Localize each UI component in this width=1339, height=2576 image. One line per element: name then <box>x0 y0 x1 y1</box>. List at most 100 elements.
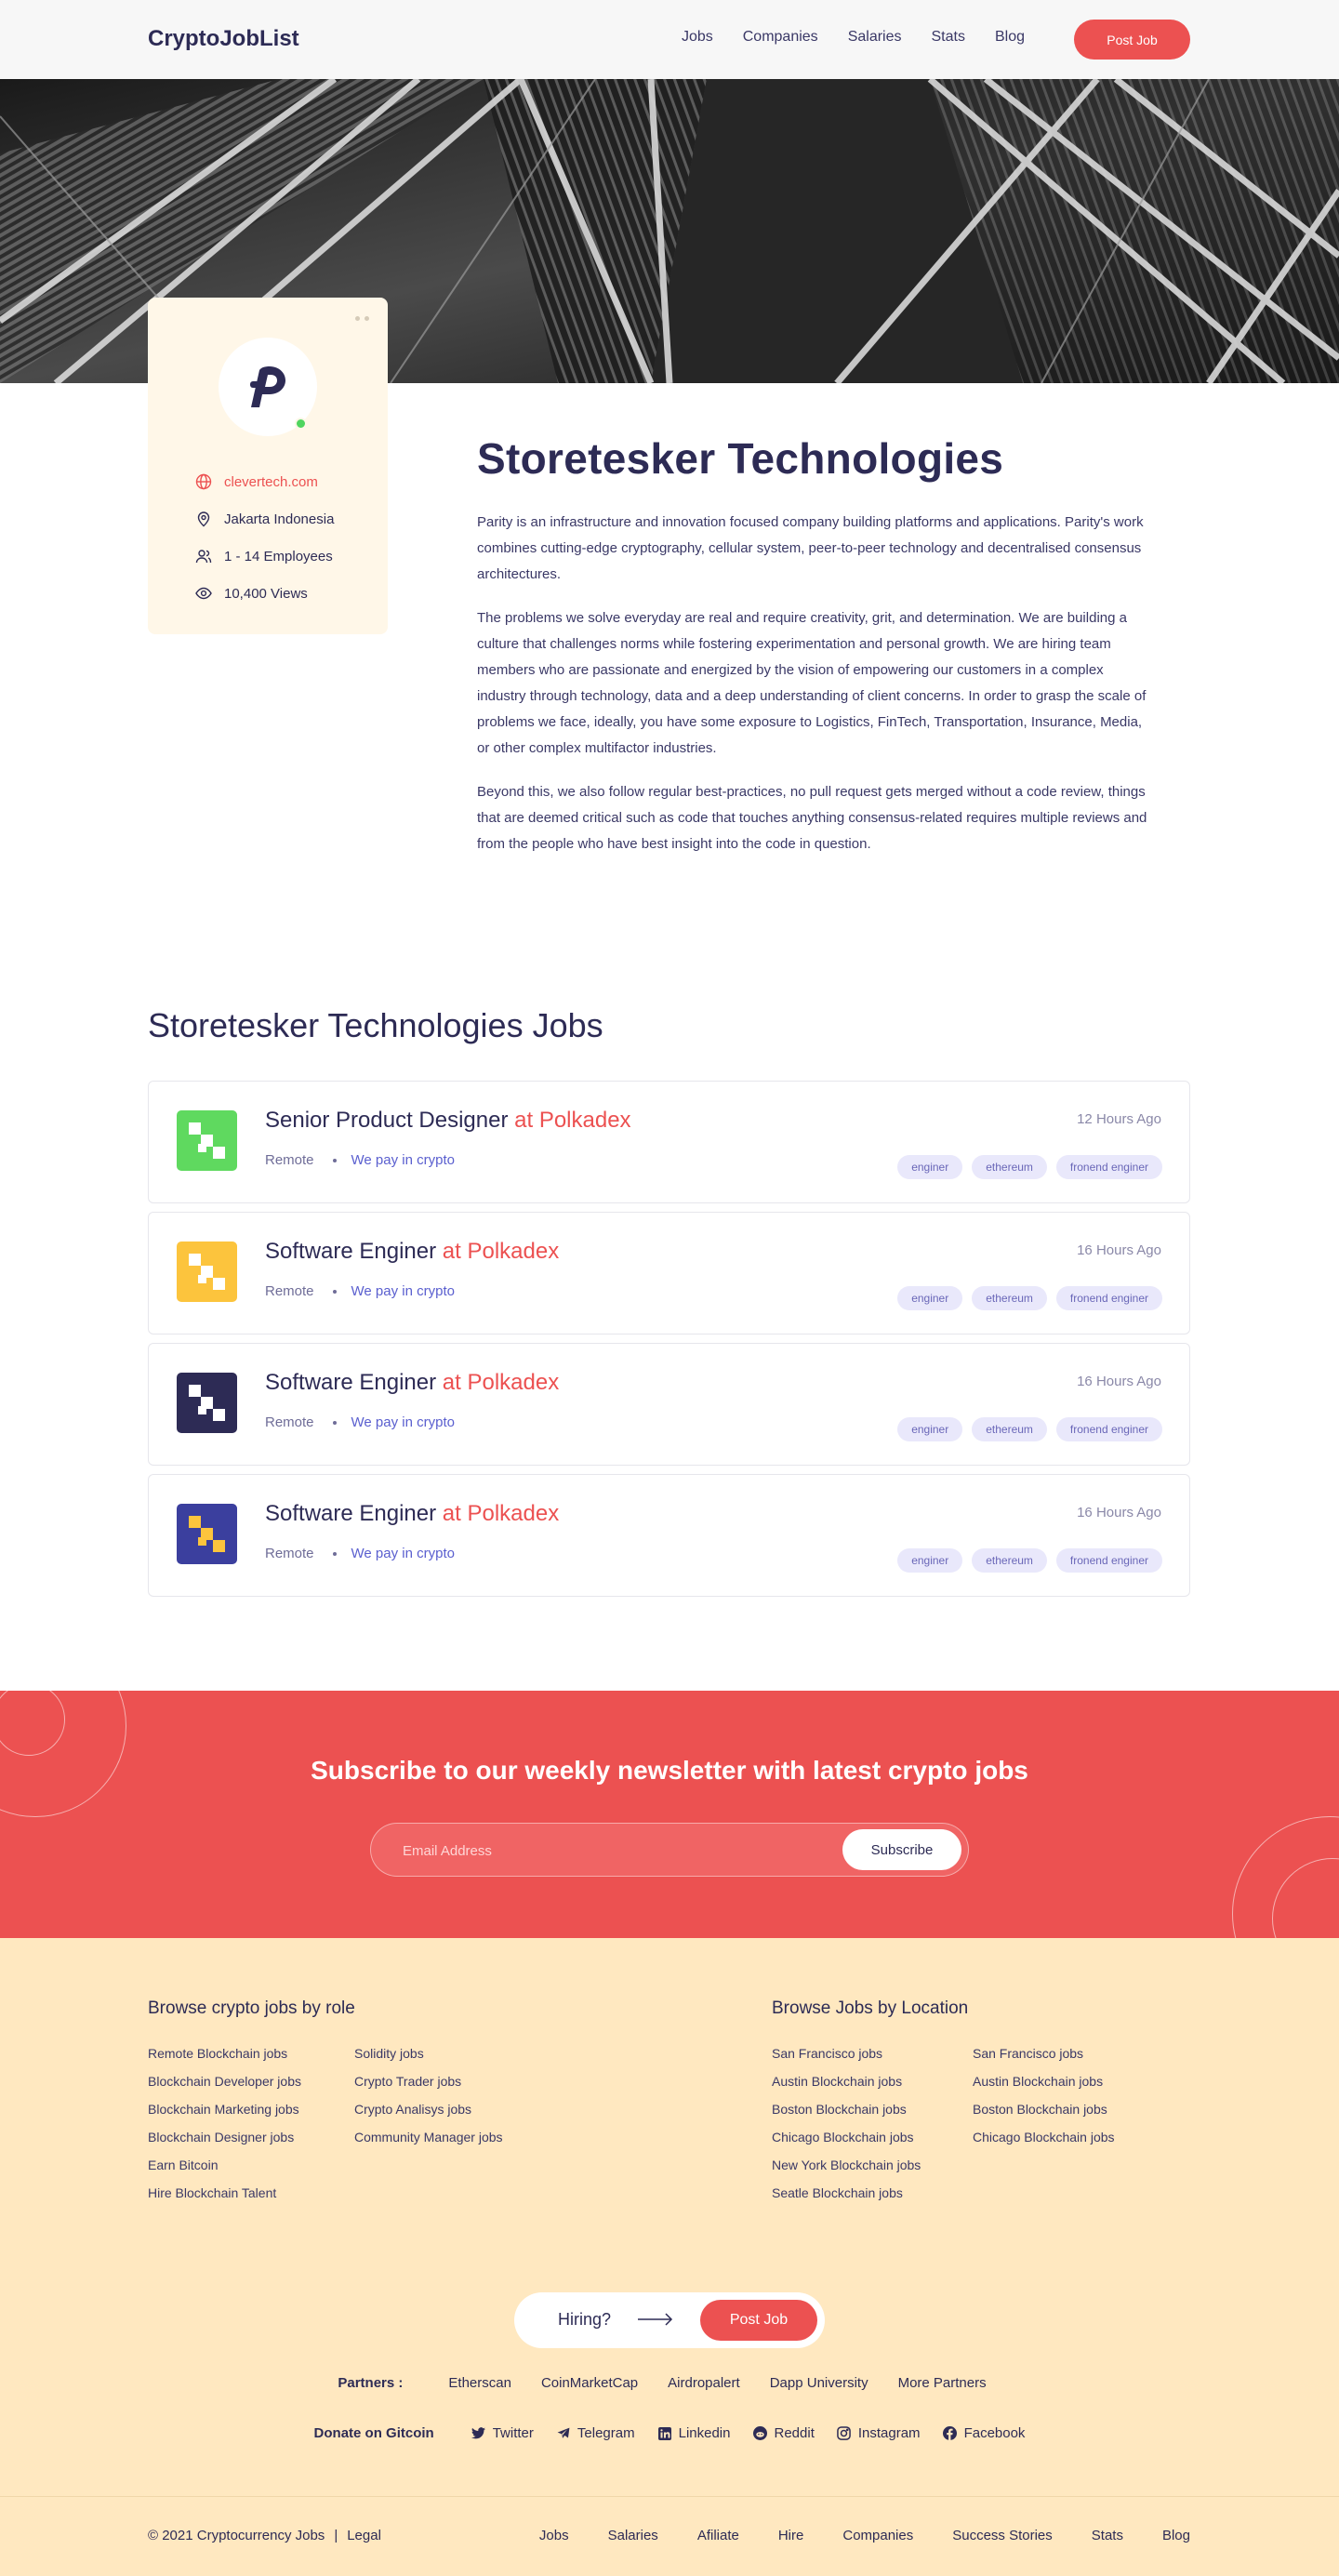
footer-link[interactable]: Chicago Blockchain jobs <box>772 2123 921 2151</box>
main-nav: Jobs Companies Salaries Stats Blog <box>652 29 1025 46</box>
job-remote: Remote <box>265 1414 314 1430</box>
footer-link[interactable]: Crypto Trader jobs <box>354 2067 503 2095</box>
footer-link[interactable]: Blockchain Marketing jobs <box>148 2095 301 2123</box>
job-pay: We pay in crypto <box>351 1414 455 1430</box>
job-tag[interactable]: enginer <box>897 1155 963 1179</box>
job-tag[interactable]: ethereum <box>972 1155 1047 1179</box>
separator-dot <box>332 1551 337 1556</box>
nav-salaries[interactable]: Salaries <box>848 29 902 46</box>
partner-link[interactable]: Dapp University <box>770 2375 868 2391</box>
footer-nav: Jobs Salaries Afiliate Hire Companies Su… <box>500 2528 1190 2543</box>
footer-nav-link[interactable]: Hire <box>778 2528 804 2543</box>
job-tag[interactable]: ethereum <box>972 1286 1047 1310</box>
job-title[interactable]: Senior Product Designer at Polkadex <box>265 1108 631 1134</box>
location-pin-icon <box>195 511 212 527</box>
job-title[interactable]: Software Enginer at Polkadex <box>265 1370 559 1396</box>
job-tag[interactable]: ethereum <box>972 1548 1047 1573</box>
footer-link[interactable]: Hire Blockchain Talent <box>148 2179 301 2207</box>
footer-nav-link[interactable]: Salaries <box>608 2528 658 2543</box>
footer-link[interactable]: San Francisco jobs <box>772 2039 921 2067</box>
partner-link[interactable]: Etherscan <box>448 2375 511 2391</box>
footer-link[interactable]: Blockchain Designer jobs <box>148 2123 301 2151</box>
social-twitter[interactable]: Twitter <box>471 2425 534 2441</box>
job-tag[interactable]: fronend enginer <box>1055 1155 1162 1179</box>
social-label: Facebook <box>963 2425 1026 2441</box>
job-company[interactable]: at Polkadex <box>514 1108 630 1133</box>
nav-companies[interactable]: Companies <box>743 29 818 46</box>
job-card[interactable]: Senior Product Designer at Polkadex Remot… <box>148 1081 1190 1203</box>
partner-link[interactable]: CoinMarketCap <box>541 2375 638 2391</box>
nav-jobs[interactable]: Jobs <box>682 29 713 46</box>
footer-link[interactable]: Seatle Blockchain jobs <box>772 2179 921 2207</box>
footer-nav-link[interactable]: Jobs <box>539 2528 569 2543</box>
subscribe-button[interactable]: Subscribe <box>842 1829 961 1870</box>
more-options-icon[interactable] <box>355 316 369 321</box>
users-icon <box>195 548 212 564</box>
footer-link[interactable]: Austin Blockchain jobs <box>772 2067 921 2095</box>
footer-nav-link[interactable]: Afiliate <box>697 2528 739 2543</box>
footer-nav-link[interactable]: Blog <box>1162 2528 1190 2543</box>
job-company[interactable]: at Polkadex <box>443 1239 559 1264</box>
job-title-text[interactable]: Software Enginer <box>265 1239 436 1264</box>
company-card: clevertech.com Jakarta Indonesia 1 - 14 … <box>148 298 388 634</box>
email-input[interactable] <box>403 1840 830 1861</box>
job-tag[interactable]: enginer <box>897 1417 963 1441</box>
job-card[interactable]: Software Enginer at Polkadex Remote We pay… <box>148 1343 1190 1466</box>
job-title-text[interactable]: Senior Product Designer <box>265 1108 508 1133</box>
job-meta: Remote We pay in crypto <box>265 1546 455 1561</box>
footer-link[interactable]: Boston Blockchain jobs <box>973 2095 1115 2123</box>
footer-nav-link[interactable]: Stats <box>1092 2528 1123 2543</box>
company-pixel-logo-icon <box>177 1242 237 1302</box>
social-facebook[interactable]: Facebook <box>943 2425 1026 2441</box>
nav-stats[interactable]: Stats <box>932 29 965 46</box>
partner-link[interactable]: Airdropalert <box>668 2375 740 2391</box>
job-tag[interactable]: ethereum <box>972 1417 1047 1441</box>
footer-link[interactable]: Chicago Blockchain jobs <box>973 2123 1115 2151</box>
footer-link[interactable]: Remote Blockchain jobs <box>148 2039 301 2067</box>
site-logo[interactable]: CryptoJobList <box>148 26 299 52</box>
post-job-button[interactable]: Post Job <box>1074 20 1190 60</box>
job-title[interactable]: Software Enginer at Polkadex <box>265 1501 559 1527</box>
job-posted-time: 12 Hours Ago <box>1077 1111 1161 1127</box>
footer-link[interactable]: Solidity jobs <box>354 2039 503 2067</box>
job-tag[interactable]: fronend enginer <box>1055 1548 1162 1573</box>
nav-blog[interactable]: Blog <box>995 29 1025 46</box>
job-pay: We pay in crypto <box>351 1546 455 1561</box>
job-tag[interactable]: enginer <box>897 1548 963 1573</box>
company-website[interactable]: clevertech.com <box>195 463 334 500</box>
hiring-post-job-button[interactable]: Post Job <box>700 2300 817 2341</box>
job-tag[interactable]: enginer <box>897 1286 963 1310</box>
social-reddit[interactable]: Reddit <box>753 2425 815 2441</box>
footer-link[interactable]: San Francisco jobs <box>973 2039 1115 2067</box>
job-tag[interactable]: fronend enginer <box>1055 1417 1162 1441</box>
job-card[interactable]: Software Enginer at Polkadex Remote We pay… <box>148 1212 1190 1334</box>
legal-link[interactable]: Legal <box>347 2528 381 2543</box>
footer-link[interactable]: Blockchain Developer jobs <box>148 2067 301 2095</box>
job-card[interactable]: Software Enginer at Polkadex Remote We pay… <box>148 1474 1190 1597</box>
employees-text: 1 - 14 Employees <box>224 548 333 564</box>
footer-link[interactable]: New York Blockchain jobs <box>772 2151 921 2179</box>
footer-nav-link[interactable]: Companies <box>842 2528 913 2543</box>
reddit-icon <box>753 2426 768 2441</box>
footer-link[interactable]: Earn Bitcoin <box>148 2151 301 2179</box>
footer-link[interactable]: Community Manager jobs <box>354 2123 503 2151</box>
footer-nav-link[interactable]: Success Stories <box>952 2528 1053 2543</box>
job-title-text[interactable]: Software Enginer <box>265 1501 436 1526</box>
footer-link[interactable]: Austin Blockchain jobs <box>973 2067 1115 2095</box>
social-telegram[interactable]: Telegram <box>556 2425 635 2441</box>
social-instagram[interactable]: Instagram <box>837 2425 921 2441</box>
donate-link[interactable]: Donate on Gitcoin <box>314 2425 434 2441</box>
location-title: Browse Jobs by Location <box>772 1998 969 2018</box>
social-linkedin[interactable]: Linkedin <box>657 2425 731 2441</box>
partner-link[interactable]: More Partners <box>898 2375 987 2391</box>
facebook-icon <box>943 2426 958 2441</box>
footer-link[interactable]: Boston Blockchain jobs <box>772 2095 921 2123</box>
job-title[interactable]: Software Enginer at Polkadex <box>265 1239 559 1265</box>
footer-link[interactable]: Crypto Analisys jobs <box>354 2095 503 2123</box>
job-company[interactable]: at Polkadex <box>443 1501 559 1526</box>
job-company[interactable]: at Polkadex <box>443 1370 559 1395</box>
job-pay: We pay in crypto <box>351 1283 455 1299</box>
job-tag[interactable]: fronend enginer <box>1055 1286 1162 1310</box>
job-title-text[interactable]: Software Enginer <box>265 1370 436 1395</box>
website-text[interactable]: clevertech.com <box>224 474 318 490</box>
